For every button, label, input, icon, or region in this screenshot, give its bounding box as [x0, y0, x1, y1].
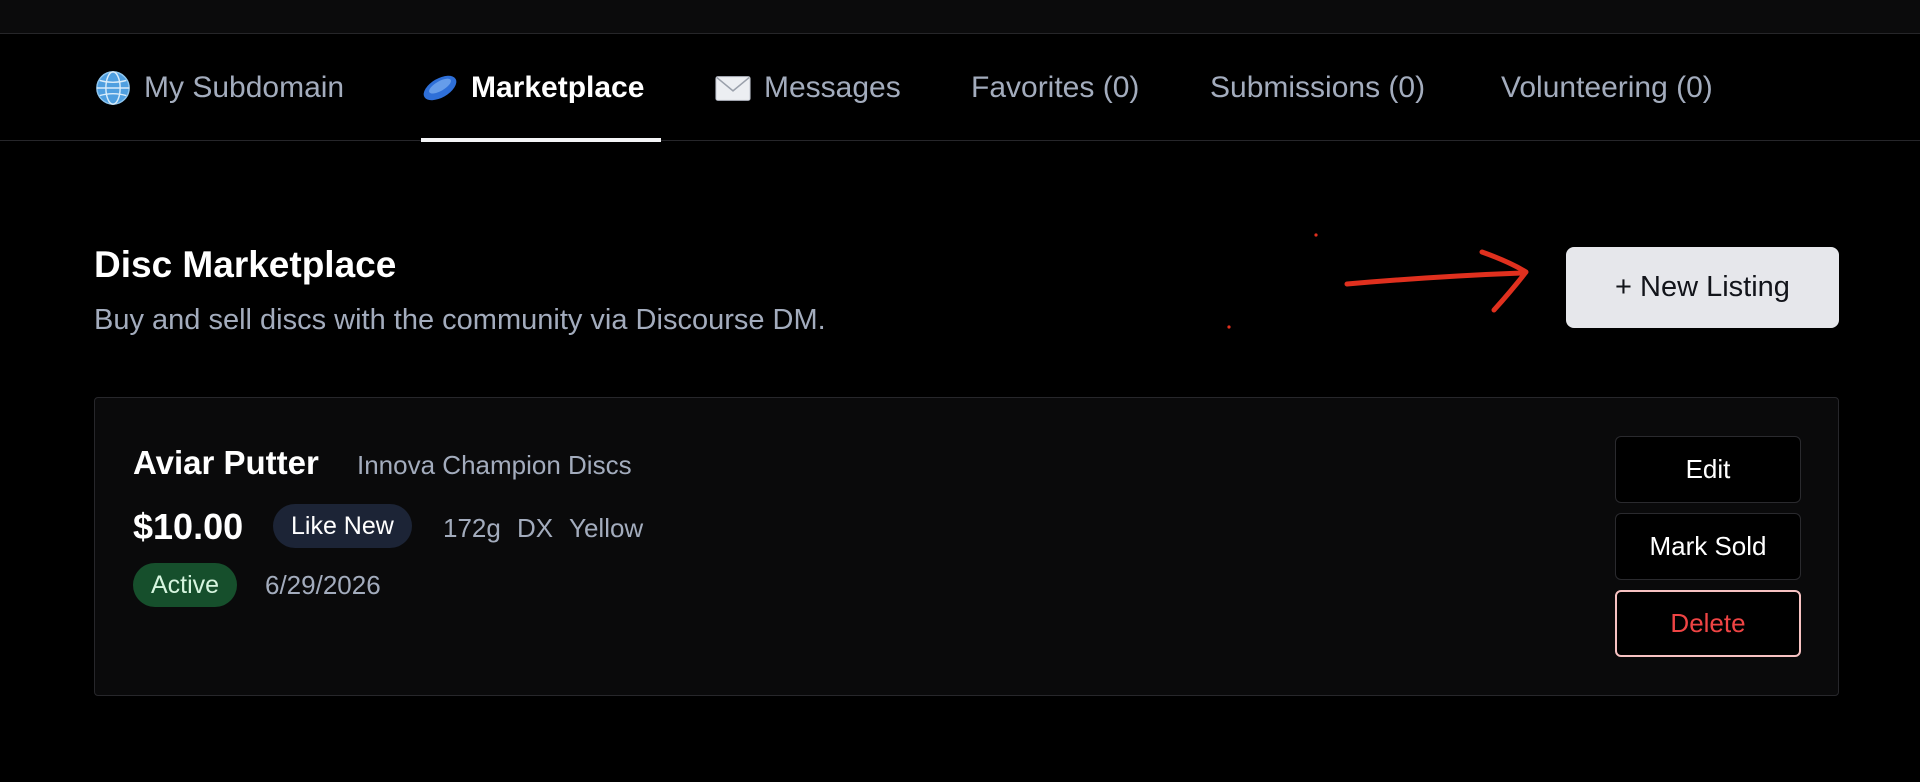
listing-title: Aviar Putter — [133, 444, 319, 481]
condition-badge: Like New — [273, 504, 412, 548]
tab-label: Messages — [764, 70, 901, 104]
listing-card: Aviar Putter Innova Champion Discs $10.0… — [94, 397, 1839, 696]
listing-date: 6/29/2026 — [265, 570, 381, 600]
listing-weight: 172g — [443, 513, 501, 543]
tab-label: Volunteering (0) — [1501, 70, 1713, 104]
listing-price: $10.00 — [133, 506, 244, 547]
mark-sold-button[interactable]: Mark Sold — [1615, 513, 1801, 580]
tab-label: Marketplace — [471, 70, 645, 104]
tab-label: My Subdomain — [144, 70, 345, 104]
listing-brand: Innova Champion Discs — [357, 450, 632, 480]
tab-favorites[interactable]: Favorites (0) — [971, 34, 1139, 141]
tab-label: Favorites (0) — [971, 70, 1140, 104]
tab-submissions[interactable]: Submissions (0) — [1210, 34, 1425, 141]
tab-my-subdomain[interactable]: My Subdomain — [94, 34, 344, 141]
listing-plastic: DX — [517, 513, 554, 543]
disc-icon — [423, 75, 457, 100]
edit-button[interactable]: Edit — [1615, 436, 1801, 503]
status-badge: Active — [133, 563, 238, 607]
globe-icon — [96, 70, 130, 105]
tab-messages[interactable]: Messages — [714, 34, 901, 141]
page-title: Disc Marketplace — [94, 244, 397, 285]
tab-marketplace[interactable]: Marketplace — [421, 34, 661, 142]
new-listing-button[interactable]: + New Listing — [1566, 247, 1839, 328]
top-bar — [0, 0, 1920, 34]
tab-bar: My Subdomain Marketplace Messages Favori… — [0, 34, 1920, 142]
tab-volunteering[interactable]: Volunteering (0) — [1501, 34, 1713, 141]
listing-color: Yellow — [569, 513, 644, 543]
envelope-icon — [715, 75, 751, 101]
page-subtitle: Buy and sell discs with the community vi… — [94, 304, 826, 336]
delete-button[interactable]: Delete — [1615, 590, 1801, 657]
tab-label: Submissions (0) — [1210, 70, 1426, 104]
